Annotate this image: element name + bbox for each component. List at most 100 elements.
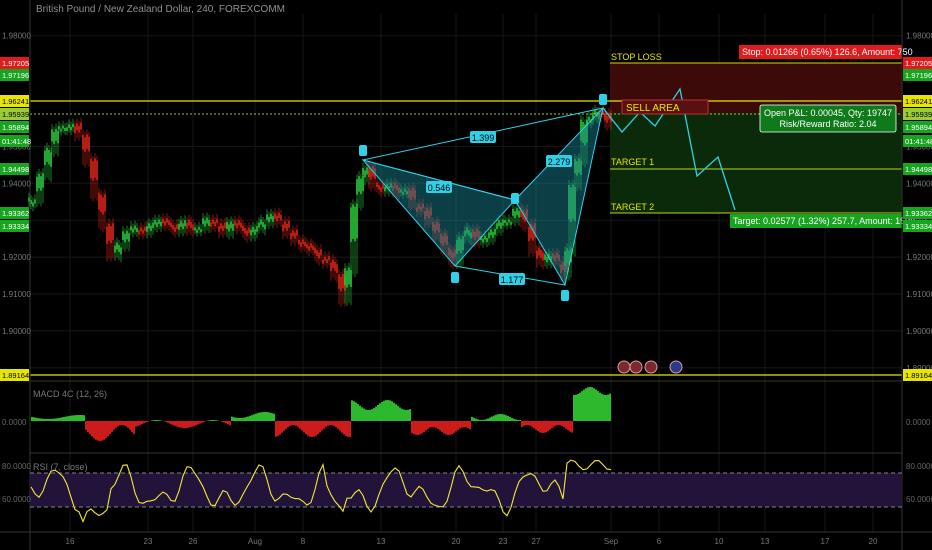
macd-bar — [321, 421, 323, 431]
candle-body — [350, 207, 352, 242]
point-x-marker[interactable] — [359, 145, 367, 156]
candle-body — [502, 219, 504, 226]
svg-text:1.97196: 1.97196 — [905, 71, 932, 80]
candle-body — [338, 274, 340, 289]
svg-text:1.95939: 1.95939 — [2, 110, 29, 119]
target-info-box: Target: 0.02577 (1.32%) 257.7, Amount: 1… — [730, 214, 915, 228]
chart-title: British Pound / New Zealand Dollar, 240,… — [36, 4, 285, 15]
macd-bar — [515, 419, 517, 421]
macd-bar — [143, 421, 145, 424]
macd-bar — [449, 421, 451, 435]
macd-bar — [373, 408, 375, 421]
candle-body — [132, 228, 134, 233]
price-tag-right: 1.94498 — [903, 163, 932, 175]
price-tag-left: 01:41:48 — [0, 135, 31, 147]
macd-bar — [309, 421, 311, 437]
candle-body — [364, 170, 366, 178]
candle-body — [334, 262, 336, 271]
candle-body — [358, 176, 360, 192]
macd-bar — [387, 400, 389, 421]
macd-bar — [589, 387, 591, 421]
candle-body — [176, 224, 178, 229]
svg-text:1.97205: 1.97205 — [905, 59, 932, 68]
rsi-80-tick-right: 80.0000 — [906, 462, 932, 471]
candle-body — [234, 220, 236, 226]
chart-canvas[interactable]: 1.399 0.546 2.279 1.177 STOP LOSS SELL A… — [0, 0, 932, 550]
right-axis-tick: 1.98000 — [906, 32, 932, 41]
point-b-marker[interactable] — [511, 193, 519, 204]
svg-text:1.94498: 1.94498 — [905, 165, 932, 174]
candle-body — [210, 222, 212, 227]
macd-bar — [295, 421, 297, 426]
macd-bar — [235, 417, 237, 421]
macd-bar — [287, 421, 289, 428]
candle-body — [316, 250, 318, 256]
macd-bar — [303, 421, 305, 433]
time-axis-tick: 13 — [761, 537, 770, 546]
macd-zero-tick-left: 0.0000 — [2, 418, 27, 427]
macd-bar — [371, 409, 373, 421]
macd-bar — [579, 392, 581, 421]
macd-bar — [133, 421, 135, 435]
candle-body — [546, 256, 548, 263]
macd-bar — [517, 419, 519, 421]
time-axis[interactable]: 16 23 26 Aug 8 13 20 23 27 Sep 6 10 13 17 20 — [66, 537, 878, 546]
macd-bar — [277, 421, 279, 436]
candle-body — [86, 134, 88, 149]
candle-body — [258, 222, 260, 228]
point-c-marker[interactable] — [561, 290, 569, 301]
point-d-marker[interactable] — [599, 94, 607, 105]
candle-body — [57, 131, 59, 144]
macd-bar — [565, 421, 567, 429]
macd-bar — [327, 421, 329, 426]
candle-body — [120, 247, 122, 255]
macd-bar — [145, 421, 147, 423]
target2-label: TARGET 2 — [611, 202, 654, 212]
candle-body — [134, 225, 136, 230]
candle-body — [74, 126, 76, 134]
candle-body — [282, 224, 284, 232]
macd-bar — [489, 417, 491, 421]
event-icons[interactable] — [617, 360, 683, 374]
candle-body — [58, 126, 60, 130]
candle-body — [332, 259, 334, 269]
macd-bar — [421, 421, 423, 434]
candle-body — [148, 223, 150, 229]
macd-bar — [393, 402, 395, 421]
price-tag-left: 1.94498 — [0, 163, 29, 175]
candle-body — [100, 195, 102, 212]
macd-bar — [125, 421, 127, 427]
candle-body — [208, 220, 210, 226]
macd-bar — [417, 421, 419, 435]
candle-body — [124, 233, 126, 243]
right-price-axis[interactable]: 1.980001.950001.940001.930001.920001.910… — [906, 32, 932, 373]
candle-body — [68, 124, 70, 128]
rsi-80-tick-left: 80.0000 — [2, 462, 31, 471]
svg-text:1.93334: 1.93334 — [2, 222, 29, 231]
macd-bar — [35, 417, 37, 421]
candle-body — [300, 242, 302, 247]
macd-bar — [365, 409, 367, 421]
candle-body — [278, 212, 280, 219]
macd-bar — [519, 419, 521, 421]
macd-bar — [377, 404, 379, 421]
macd-bar — [113, 421, 115, 430]
macd-bar — [95, 421, 97, 440]
macd-bar — [77, 415, 79, 421]
macd-bar — [47, 418, 49, 421]
macd-bar — [315, 421, 317, 436]
macd-bar — [501, 414, 503, 421]
macd-bar — [65, 416, 67, 421]
svg-text:Risk/Reward Ratio: 2.04: Risk/Reward Ratio: 2.04 — [779, 119, 876, 129]
candle-body — [284, 221, 286, 229]
candle-body — [94, 158, 96, 178]
macd-bar — [499, 414, 501, 421]
macd-bar — [249, 415, 251, 421]
point-a-marker[interactable] — [451, 272, 459, 283]
macd-bar — [75, 415, 77, 421]
candle-body — [376, 182, 378, 188]
macd-bar — [323, 421, 325, 429]
candle-body — [230, 221, 232, 229]
macd-bar — [349, 421, 351, 437]
candle-body — [288, 220, 290, 228]
